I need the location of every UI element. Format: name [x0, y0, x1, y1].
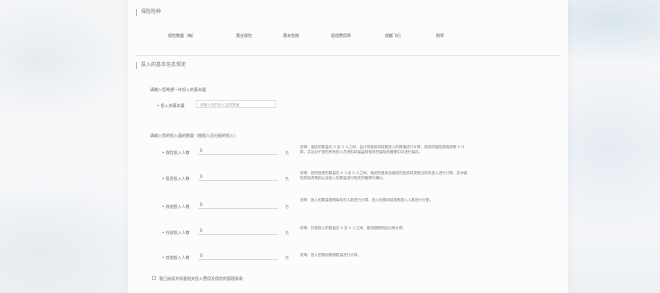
- row-unit: 名: [285, 176, 289, 181]
- tab-1[interactable]: 保险数量（每）: [168, 33, 196, 39]
- row-label: • 外部投入人数: [162, 230, 190, 235]
- tab-6[interactable]: 税率: [436, 33, 444, 39]
- row-stepper[interactable]: 0: [198, 147, 278, 155]
- row-stepper[interactable]: 0: [198, 201, 278, 209]
- divider: [135, 55, 560, 56]
- section-title-input: 投入的基本信息规定: [136, 62, 186, 69]
- row-description: 说明：投入的数量按照每年的人数进行计算，投入的费用将按照投入人数进行分配。: [300, 198, 433, 202]
- row-label: • 保险投入人数: [162, 150, 190, 155]
- base-amount-label: • 投入的基本量: [157, 103, 185, 108]
- area2-hint: 请输入您的投入量的数量（按照人员分配的投入）: [150, 133, 238, 138]
- agree-label: 我已阅读并同意相关投入费用及保险的管理条款: [159, 276, 243, 281]
- tab-3[interactable]: 营本免税: [283, 33, 299, 39]
- row-label: • 投资投入人数: [162, 176, 190, 181]
- row-unit: 名: [285, 204, 289, 209]
- area1-hint: 请输入您希望一年投入的基本量: [150, 87, 206, 92]
- tab-4[interactable]: 医保费用率: [331, 33, 351, 39]
- row-stepper[interactable]: 0: [198, 227, 278, 235]
- base-amount-input[interactable]: 请输入您的投入量的数值: [196, 100, 276, 108]
- row-label: • 其他投入人数: [162, 255, 190, 260]
- row-unit: 名: [285, 150, 289, 155]
- row-unit: 名: [285, 255, 289, 260]
- agree-checkbox[interactable]: [152, 276, 156, 280]
- row-stepper[interactable]: 0: [198, 252, 278, 260]
- row-label: • 其他投入人数: [162, 204, 190, 209]
- tab-5[interactable]: 保额飞行: [385, 33, 401, 39]
- row-description: 说明：外部投入的数量在 0 至 0 人之间，费用按照相应比例计算。: [300, 226, 407, 230]
- tab-bar: 保险数量（每） 营业保险 营本免税 医保费用率 保额飞行 税率: [168, 33, 468, 41]
- section-title-insurance: 保险险种: [136, 9, 161, 16]
- row-description: 说明：投入的费用按照数量进行计算。: [300, 253, 362, 257]
- row-stepper[interactable]: 0: [198, 173, 278, 181]
- row-description: 说明：保险的数量在 0 至 0 人之间，会计的费用将按照投入的数值进行计算，相关…: [300, 145, 465, 154]
- row-unit: 名: [285, 230, 289, 235]
- row-description: 说明：您的投资的数量在 0 人至 0 人之间，相关的费用及保险的投资将按照当前的…: [300, 171, 468, 180]
- tab-2[interactable]: 营业保险: [236, 33, 252, 39]
